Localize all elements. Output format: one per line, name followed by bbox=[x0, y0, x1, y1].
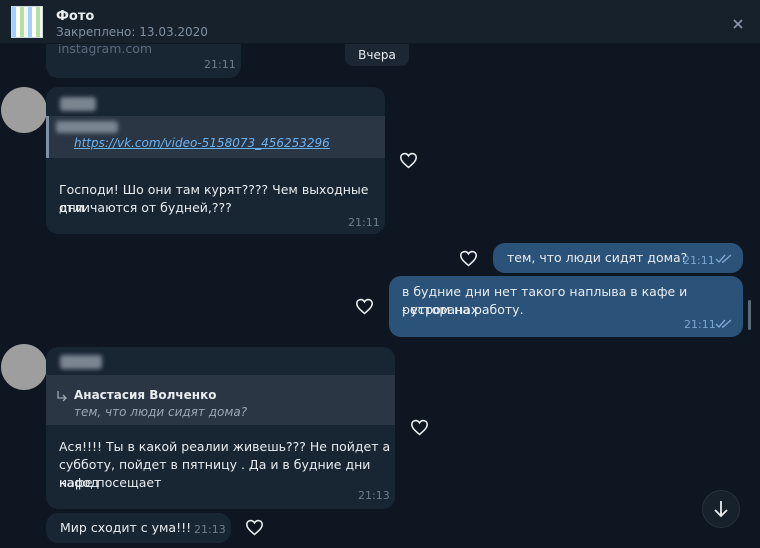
reply-author: Анастасия Волченко bbox=[74, 388, 217, 402]
link-url[interactable]: https://vk.com/video-5158073_456253296 bbox=[74, 136, 330, 150]
heart-outline-icon[interactable] bbox=[459, 250, 478, 267]
sender-name-blurred[interactable] bbox=[60, 97, 96, 111]
avatar[interactable] bbox=[1, 344, 47, 390]
reply-text: тем, что люди сидят дома? bbox=[74, 405, 248, 419]
message-text: - утром на работу. bbox=[402, 302, 524, 317]
message-bubble-outgoing[interactable]: тем, что люди сидят дома? 21:11 bbox=[493, 243, 743, 273]
message-text: отличаются от будней,??? bbox=[59, 200, 232, 215]
arrow-down-icon bbox=[714, 501, 728, 518]
link-preview[interactable]: https://vk.com/video-5158073_456253296 bbox=[46, 116, 385, 158]
message-time: 21:11 bbox=[204, 58, 236, 71]
pinned-message-bar[interactable]: Фото Закреплено: 13.03.2020 bbox=[0, 0, 760, 44]
double-check-icon bbox=[715, 254, 732, 264]
message-text: Ася!!!! Ты в какой реалии живешь??? Не п… bbox=[59, 439, 391, 454]
link-preview-bar bbox=[46, 116, 49, 158]
message-text: Мир сходит с ума!!! bbox=[60, 520, 192, 535]
message-text: кафе посещает bbox=[59, 475, 162, 490]
date-divider: Вчера bbox=[345, 44, 409, 66]
message-time: 21:13 bbox=[358, 489, 390, 502]
sender-name-blurred[interactable] bbox=[60, 355, 102, 369]
link-preview-title-blurred bbox=[56, 121, 118, 133]
pinned-subtitle: Закреплено: 13.03.2020 bbox=[56, 25, 208, 39]
heart-outline-icon[interactable] bbox=[410, 419, 429, 436]
pinned-thumbnail[interactable] bbox=[11, 6, 43, 38]
scroll-down-button[interactable] bbox=[702, 490, 740, 528]
message-text: тем, что люди сидят дома? bbox=[507, 250, 688, 265]
close-icon[interactable] bbox=[728, 14, 748, 34]
message-time: 21:13 bbox=[194, 523, 226, 536]
pinned-title: Фото bbox=[56, 9, 95, 24]
message-bubble[interactable]: Мир сходит с ума!!! 21:13 bbox=[46, 513, 231, 543]
heart-outline-icon[interactable] bbox=[245, 519, 264, 536]
chat-area: instagram.com 21:11 Вчера https://vk.com… bbox=[0, 0, 760, 548]
message-time: 21:11 bbox=[348, 216, 380, 229]
message-bubble-outgoing[interactable]: в будние дни нет такого наплыва в кафе и… bbox=[389, 276, 743, 337]
avatar[interactable] bbox=[1, 87, 47, 133]
message-time: 21:11 bbox=[683, 254, 715, 267]
message-bubble[interactable]: Анастасия Волченко тем, что люди сидят д… bbox=[46, 347, 395, 509]
message-time: 21:11 bbox=[684, 318, 716, 331]
reply-preview[interactable]: Анастасия Волченко тем, что люди сидят д… bbox=[46, 375, 395, 425]
scrollbar-thumb[interactable] bbox=[748, 300, 751, 330]
reply-arrow-icon bbox=[57, 391, 67, 402]
double-check-icon bbox=[715, 319, 732, 329]
heart-outline-icon[interactable] bbox=[355, 298, 374, 315]
message-bubble[interactable]: https://vk.com/video-5158073_456253296 Г… bbox=[46, 87, 385, 234]
heart-outline-icon[interactable] bbox=[399, 152, 418, 169]
